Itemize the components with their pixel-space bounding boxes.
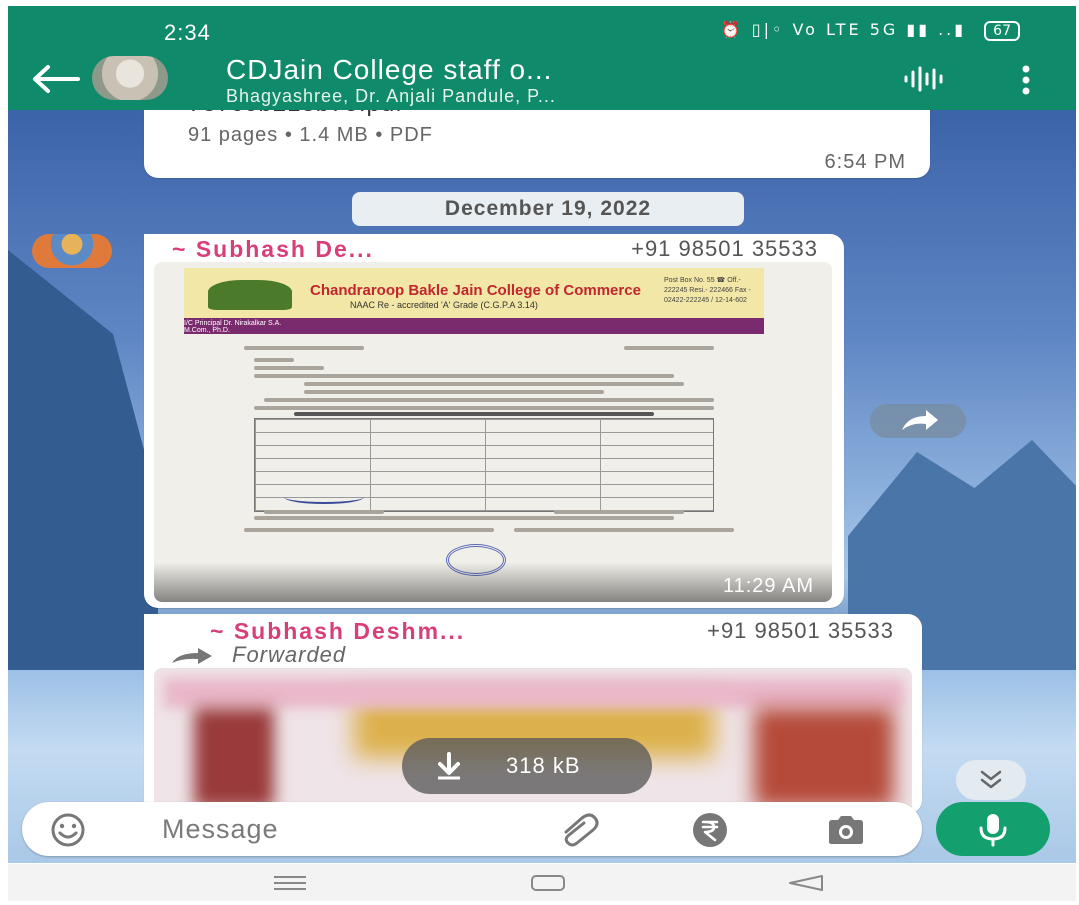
letter-text-line [244,346,364,350]
rupee-icon [693,813,727,847]
chevron-double-down-icon [980,770,1002,789]
home-icon [531,875,565,891]
document-filename: 787c6b218b73.pdf [188,110,403,118]
sender-avatar[interactable] [32,234,112,268]
blur-layer [194,708,274,808]
home-button[interactable] [530,874,566,897]
mic-icon [979,814,1007,847]
nav-back-button[interactable] [786,874,826,897]
date-separator: December 19, 2022 [352,192,744,226]
sender-phone: +91 98501 35533 [631,236,818,261]
letter-text-line [254,358,294,362]
message-time: 6:54 PM [824,151,906,173]
document-message[interactable]: 787c6b218b73.pdf 91 pages • 1.4 MB • PDF… [144,110,930,178]
blur-layer [164,678,904,708]
group-avatar[interactable] [92,56,168,100]
letter-text-line [304,390,604,394]
letter-text-line [624,346,714,350]
letter-text-line [264,398,714,402]
camera-button[interactable] [826,813,866,847]
status-icons-text: ⏰ ▯|◦ Vo LTE 5G ▮▮ ..▮ [720,20,967,39]
forward-share-button[interactable] [870,404,966,438]
letter-text-line [254,366,324,370]
letterhead-accreditation: NAAC Re - accredited 'A' Grade (C.G.P.A … [350,300,538,310]
letter-text-line [264,510,384,514]
voice-call-button[interactable] [902,66,946,92]
message-composer [22,802,922,856]
camera-icon [829,816,863,844]
blur-layer [754,708,894,808]
download-size: 318 kB [506,753,581,778]
image-message[interactable]: ~ Subhash De... +91 98501 35533 Chandrar… [144,234,844,608]
system-nav-bar [8,864,1076,901]
attach-button[interactable] [560,812,600,848]
more-vert-icon [1022,65,1030,95]
share-arrow-icon [902,410,938,430]
voice-message-button[interactable] [936,802,1050,856]
back-button[interactable] [30,64,80,94]
letter-text-line [254,406,714,410]
letter-image[interactable]: Chandraroop Bakle Jain College of Commer… [154,262,832,602]
status-time: 2:34 [164,20,211,45]
attach-icon [564,813,599,847]
recents-button[interactable] [270,874,310,897]
more-options-button[interactable] [1016,64,1036,96]
battery-badge: 67 [984,21,1020,41]
college-logo [208,280,292,310]
scroll-to-bottom-button[interactable] [956,760,1026,800]
document-meta: 91 pages • 1.4 MB • PDF [188,124,433,146]
menu-icon [274,876,306,890]
sender-phone: +91 98501 35533 [707,618,894,643]
download-icon [438,752,460,780]
payment-button[interactable] [692,812,728,848]
letter-text-line [254,516,674,520]
letter-text-line [254,374,674,378]
letter-text-line [304,382,684,386]
letterhead-contact: Post Box No. 55 ☎ Off.- 222245 Resi.- 22… [664,277,751,304]
letterhead-college-name: Chandraroop Bakle Jain College of Commer… [310,282,641,299]
emoji-button[interactable] [50,812,86,848]
back-icon [789,875,823,891]
message-time: 11:29 AM [722,575,814,597]
letter-text-line [294,412,654,416]
forwarded-message[interactable]: ~ Subhash Deshm... +91 98501 35533 Forwa… [144,614,922,818]
chat-title[interactable]: CDJain College staff o... [226,54,552,86]
emoji-icon [51,813,85,847]
letter-text-line [514,528,734,532]
forward-icon [172,648,212,665]
status-icons: ⏰ ▯|◦ Vo LTE 5G ▮▮ ..▮ 67 [721,20,1020,41]
back-arrow-icon [33,65,80,93]
forwarded-label: Forwarded [232,642,347,667]
chat-area[interactable]: 787c6b218b73.pdf 91 pages • 1.4 MB • PDF… [8,110,1076,863]
blurred-image-preview[interactable]: 318 kB [154,668,912,818]
chat-members[interactable]: Bhagyashree, Dr. Anjali Pandule, P... [226,86,556,107]
wallpaper-mountain-left [8,250,158,670]
forwarded-label-row: Forwarded [170,642,346,668]
sender-name[interactable]: ~ Subhash De... [172,236,374,263]
screen: 2:34 ⏰ ▯|◦ Vo LTE 5G ▮▮ ..▮ 67 CDJain Co… [8,6,1076,901]
voice-call-icon [904,66,943,92]
letter-text-line [244,528,494,532]
chat-header: 2:34 ⏰ ▯|◦ Vo LTE 5G ▮▮ ..▮ 67 CDJain Co… [8,6,1076,110]
message-input[interactable] [162,809,522,849]
letter-text-line [554,510,684,514]
download-button[interactable]: 318 kB [402,738,652,794]
signature [284,490,364,504]
letterhead-principal: I/C Principal Dr. Nirakalkar S.A. M.Com.… [184,320,282,334]
sender-name[interactable]: ~ Subhash Deshm... [210,618,465,645]
